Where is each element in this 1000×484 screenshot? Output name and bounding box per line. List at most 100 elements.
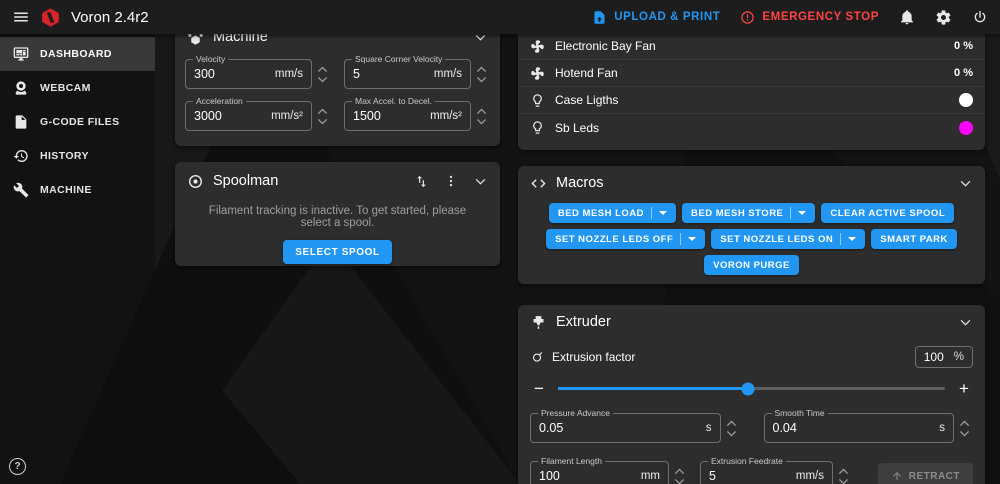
spin-down-icon[interactable] [317, 76, 328, 83]
extruder-card: Extruder Extrusion factor 100 % − + Pres… [518, 305, 985, 484]
spin-down-icon[interactable] [838, 478, 849, 484]
extruder-card-header[interactable]: Extruder [518, 305, 985, 339]
macro-button-clear-active-spool[interactable]: CLEAR ACTIVE SPOOL [821, 203, 955, 223]
dashboard-monitor-icon [13, 46, 29, 62]
file-icon [13, 114, 29, 130]
macro-button-bed-mesh-store[interactable]: BED MESH STORE [682, 203, 816, 223]
sidebar-item-machine[interactable]: MACHINE [0, 173, 155, 207]
spin-up-icon[interactable] [959, 419, 970, 427]
macro-button-set-nozzle-leds-off[interactable]: SET NOZZLE LEDS OFF [546, 229, 706, 249]
output-row-case-lights[interactable]: Case Ligths [518, 87, 985, 114]
acceleration-field[interactable]: Acceleration 3000 mm/s² [185, 96, 312, 131]
upload-and-print-button[interactable]: UPLOAD & PRINT [592, 10, 720, 25]
pressure-advance-field[interactable]: Pressure Advance 0.05 s [530, 408, 721, 443]
spin-up-icon[interactable] [476, 65, 487, 73]
macro-label: CLEAR ACTIVE SPOOL [830, 207, 946, 219]
field-unit: mm/s [795, 470, 824, 482]
sidebar-item-gcode-files[interactable]: G-CODE FILES [0, 105, 155, 139]
macro-label: SET NOZZLE LEDS ON [720, 233, 834, 245]
sb-leds-color-swatch[interactable] [959, 120, 973, 135]
filament-length-field[interactable]: Filament Length 100 mm [530, 456, 669, 484]
spin-up-icon[interactable] [674, 467, 685, 475]
macro-button-voron-purge[interactable]: VORON PURGE [704, 255, 799, 275]
extrusion-feedrate-field[interactable]: Extrusion Feedrate 5 mm/s [700, 456, 833, 484]
field-unit: mm/s² [271, 110, 303, 122]
sidebar-item-dashboard[interactable]: DASHBOARD [0, 37, 155, 71]
settings-gear-icon[interactable] [935, 9, 952, 26]
acceleration-field-group: Acceleration 3000 mm/s² [185, 96, 331, 131]
extrusion-factor-value-box[interactable]: 100 % [914, 346, 973, 368]
extruder-nozzle-icon [530, 314, 547, 331]
arrow-up-icon [891, 470, 903, 482]
macro-button-bed-mesh-load[interactable]: BED MESH LOAD [548, 203, 677, 223]
extrusion-feedrate-spinner [835, 467, 852, 484]
spoolman-card-header[interactable]: Spoolman [175, 162, 500, 200]
dropdown-caret-icon[interactable] [798, 211, 807, 215]
notifications-bell-icon[interactable] [899, 9, 915, 25]
macro-button-set-nozzle-leds-on[interactable]: SET NOZZLE LEDS ON [711, 229, 866, 249]
retract-button[interactable]: RETRACT [877, 462, 973, 484]
decel-spinner [473, 107, 490, 125]
spin-down-icon[interactable] [317, 118, 328, 125]
decrease-icon[interactable]: − [532, 380, 546, 397]
field-value: 100 [539, 469, 560, 483]
spin-down-icon[interactable] [476, 76, 487, 83]
machine-card-header[interactable]: Machine [175, 34, 500, 54]
extruder-card-title: Extruder [556, 314, 611, 330]
spin-up-icon[interactable] [726, 419, 737, 427]
output-row-sb-leds[interactable]: Sb Leds [518, 114, 985, 141]
field-value: 1500 [353, 109, 381, 123]
velocity-spinner [314, 65, 331, 83]
spin-up-icon[interactable] [476, 107, 487, 115]
hamburger-menu-icon[interactable] [12, 8, 30, 26]
field-value: 0.04 [772, 421, 797, 435]
collapse-chevron-icon[interactable] [958, 176, 973, 191]
macros-card-header[interactable]: Macros [518, 166, 985, 200]
spin-down-icon[interactable] [476, 118, 487, 125]
pressure-advance-spinner [723, 419, 740, 437]
spin-up-icon[interactable] [838, 467, 849, 475]
dropdown-caret-icon[interactable] [659, 211, 668, 215]
spin-down-icon[interactable] [726, 430, 737, 437]
field-label: Velocity [193, 54, 229, 64]
swap-vertical-icon[interactable] [414, 174, 429, 189]
increase-icon[interactable]: + [957, 380, 971, 397]
retract-label: RETRACT [908, 470, 960, 482]
sidebar-item-label: G-CODE FILES [40, 116, 120, 128]
velocity-field[interactable]: Velocity 300 mm/s [185, 54, 312, 89]
spin-down-icon[interactable] [959, 430, 970, 437]
output-row-electronic-bay-fan[interactable]: Electronic Bay Fan 0 % [518, 34, 985, 60]
emergency-stop-button[interactable]: EMERGENCY STOP [740, 10, 879, 25]
spin-up-icon[interactable] [317, 65, 328, 73]
top-app-bar: Voron 2.4r2 UPLOAD & PRINT EMERGENCY STO… [0, 0, 1000, 34]
collapse-chevron-icon[interactable] [473, 174, 488, 189]
output-value: 0 % [954, 67, 973, 79]
collapse-chevron-icon[interactable] [958, 315, 973, 330]
field-value: 5 [353, 67, 360, 81]
alert-circle-icon [740, 10, 755, 25]
kebab-menu-icon[interactable] [444, 174, 458, 188]
select-spool-button[interactable]: SELECT SPOOL [283, 240, 392, 264]
output-row-hotend-fan[interactable]: Hotend Fan 0 % [518, 60, 985, 87]
smooth-time-field[interactable]: Smooth Time 0.04 s [763, 408, 954, 443]
field-label: Square Corner Velocity [352, 54, 446, 64]
field-value: 3000 [194, 109, 222, 123]
sidebar-item-history[interactable]: HISTORY [0, 139, 155, 173]
field-unit: mm [640, 470, 660, 482]
case-lights-color-swatch[interactable] [959, 93, 973, 107]
app-window: Voron 2.4r2 UPLOAD & PRINT EMERGENCY STO… [0, 0, 1000, 484]
spin-up-icon[interactable] [317, 107, 328, 115]
collapse-chevron-icon[interactable] [473, 34, 488, 45]
slider-knob[interactable] [741, 382, 755, 395]
dropdown-caret-icon[interactable] [688, 237, 697, 241]
dropdown-caret-icon[interactable] [848, 237, 857, 241]
spin-down-icon[interactable] [674, 478, 685, 484]
macro-button-smart-park[interactable]: SMART PARK [871, 229, 957, 249]
extrusion-factor-slider[interactable] [558, 382, 945, 395]
square-corner-velocity-field[interactable]: Square Corner Velocity 5 mm/s [344, 54, 471, 89]
power-icon[interactable] [972, 9, 988, 25]
emergency-stop-label: EMERGENCY STOP [762, 11, 879, 23]
sidebar-item-webcam[interactable]: WEBCAM [0, 71, 155, 105]
help-button[interactable]: ? [9, 458, 26, 475]
max-accel-to-decel-field[interactable]: Max Accel. to Decel. 1500 mm/s² [344, 96, 471, 131]
